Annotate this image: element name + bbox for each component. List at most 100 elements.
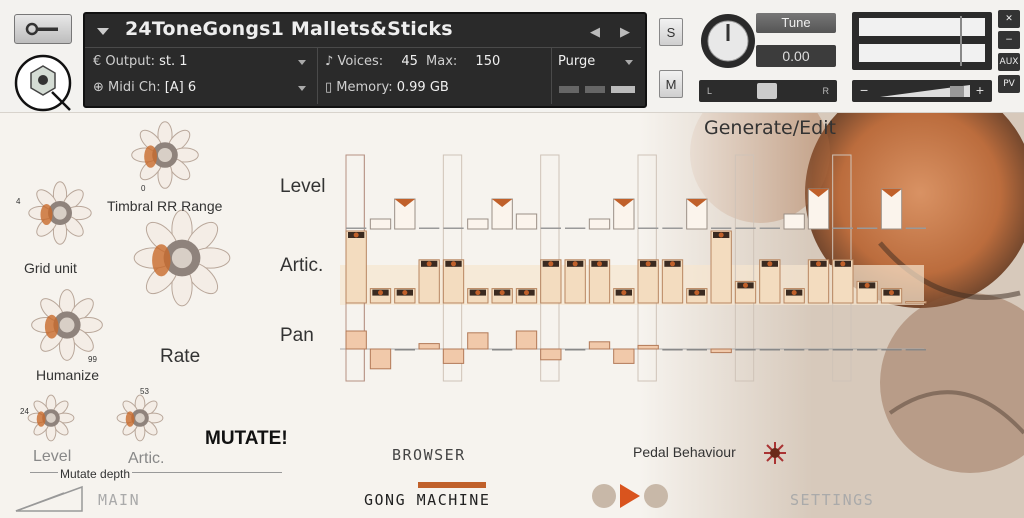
close-icon[interactable]: ✕ (998, 10, 1020, 28)
level-step[interactable] (346, 227, 367, 230)
next-instrument-icon[interactable]: ▶ (620, 24, 630, 40)
play-button-icon[interactable] (590, 481, 670, 511)
artic-step[interactable] (467, 288, 489, 304)
generate-edit-button[interactable]: Generate/Edit (704, 117, 836, 139)
level-step[interactable] (783, 213, 805, 230)
level-step[interactable] (443, 227, 464, 230)
level-step[interactable] (419, 227, 440, 230)
artic-step[interactable] (905, 301, 927, 304)
pan-step[interactable] (467, 332, 489, 350)
artic-step[interactable] (880, 288, 903, 304)
rate-knob[interactable] (133, 209, 231, 307)
pv-button[interactable]: PV (998, 75, 1020, 93)
pan-step[interactable] (686, 349, 707, 351)
purge-dropdown-icon[interactable] (625, 60, 633, 65)
pan-step[interactable] (857, 349, 878, 351)
artic-step[interactable] (783, 288, 805, 304)
pan-handle[interactable] (757, 83, 777, 99)
pan-step[interactable] (515, 330, 538, 350)
browser-tab[interactable]: BROWSER (392, 446, 466, 464)
pedal-behaviour-icon[interactable] (762, 440, 788, 466)
timbral-rr-knob[interactable] (131, 121, 199, 189)
level-step[interactable] (588, 218, 611, 230)
artic-step[interactable] (710, 230, 732, 304)
artic-step[interactable] (807, 259, 830, 304)
artic-step[interactable] (832, 259, 854, 304)
pan-step[interactable] (565, 349, 586, 351)
artic-step[interactable] (442, 259, 465, 304)
grid-unit-knob[interactable] (28, 181, 92, 245)
artic-step[interactable] (734, 280, 757, 304)
pan-step[interactable] (442, 348, 465, 364)
purge-button[interactable]: Purge (558, 54, 595, 69)
level-step[interactable] (540, 227, 561, 230)
pan-step[interactable] (735, 349, 756, 351)
solo-button[interactable]: S (659, 18, 683, 46)
collapse-triangle-icon[interactable] (97, 28, 109, 35)
minimize-icon[interactable]: − (998, 31, 1020, 49)
artic-mutate-knob[interactable] (116, 394, 164, 442)
level-step[interactable] (711, 227, 732, 230)
mutate-button[interactable]: MUTATE! (205, 428, 288, 450)
artic-step[interactable] (588, 259, 611, 304)
level-step[interactable] (880, 188, 903, 230)
artic-step[interactable] (515, 288, 538, 304)
artic-step[interactable] (369, 288, 392, 304)
midi-channel-selector[interactable]: ⊕ Midi Ch: [A] 6 (93, 80, 196, 95)
pan-step[interactable] (905, 349, 926, 351)
artic-step[interactable] (613, 288, 635, 304)
level-step[interactable] (735, 227, 756, 230)
level-step[interactable] (394, 198, 416, 230)
tune-value[interactable]: 0.00 (756, 45, 836, 67)
prev-instrument-icon[interactable]: ◀ (590, 24, 600, 40)
level-mutate-knob[interactable] (27, 394, 75, 442)
output-selector[interactable]: € Output: st. 1 (93, 54, 188, 69)
pan-step[interactable] (808, 349, 829, 351)
midi-dropdown-icon[interactable] (298, 86, 306, 91)
artic-step[interactable] (564, 259, 586, 304)
artic-step[interactable] (856, 280, 878, 304)
output-dropdown-icon[interactable] (298, 60, 306, 65)
gong-logo-icon[interactable] (12, 52, 74, 114)
pan-step[interactable] (418, 343, 440, 350)
artic-step[interactable] (394, 288, 416, 304)
pan-step[interactable] (710, 348, 732, 354)
level-step[interactable] (467, 218, 489, 230)
artic-step[interactable] (491, 288, 513, 304)
humanize-knob[interactable] (31, 289, 103, 361)
level-step[interactable] (613, 198, 635, 230)
level-step[interactable] (857, 227, 878, 230)
level-step[interactable] (686, 198, 708, 230)
tab-main[interactable]: MAIN (98, 491, 140, 509)
volume-slider[interactable]: − + (852, 80, 992, 102)
level-step[interactable] (662, 227, 683, 230)
level-step[interactable] (369, 218, 392, 230)
step-sequencer[interactable] (340, 153, 940, 385)
pan-step[interactable] (759, 349, 780, 351)
pan-step[interactable] (662, 349, 683, 351)
level-step[interactable] (515, 213, 538, 230)
tab-gong-machine[interactable]: GONG MACHINE (364, 491, 490, 509)
artic-step[interactable] (345, 230, 367, 304)
artic-step[interactable] (686, 288, 708, 304)
artic-step[interactable] (637, 259, 659, 304)
pan-step[interactable] (784, 349, 805, 351)
pan-slider[interactable]: L R (699, 80, 837, 102)
artic-step[interactable] (759, 259, 781, 304)
artic-step[interactable] (540, 259, 562, 304)
level-step[interactable] (759, 227, 780, 230)
pan-step[interactable] (881, 349, 902, 351)
level-step[interactable] (491, 198, 513, 230)
tune-knob[interactable] (699, 12, 757, 70)
level-step[interactable] (905, 227, 926, 230)
level-step[interactable] (565, 227, 586, 230)
mute-button[interactable]: M (659, 70, 683, 98)
pan-step[interactable] (832, 349, 853, 351)
level-step[interactable] (832, 227, 853, 230)
pan-step[interactable] (345, 330, 367, 350)
pan-step[interactable] (637, 344, 659, 350)
pan-step[interactable] (588, 341, 611, 350)
level-step[interactable] (638, 227, 659, 230)
tab-settings[interactable]: SETTINGS (790, 491, 874, 509)
pan-step[interactable] (613, 348, 635, 364)
